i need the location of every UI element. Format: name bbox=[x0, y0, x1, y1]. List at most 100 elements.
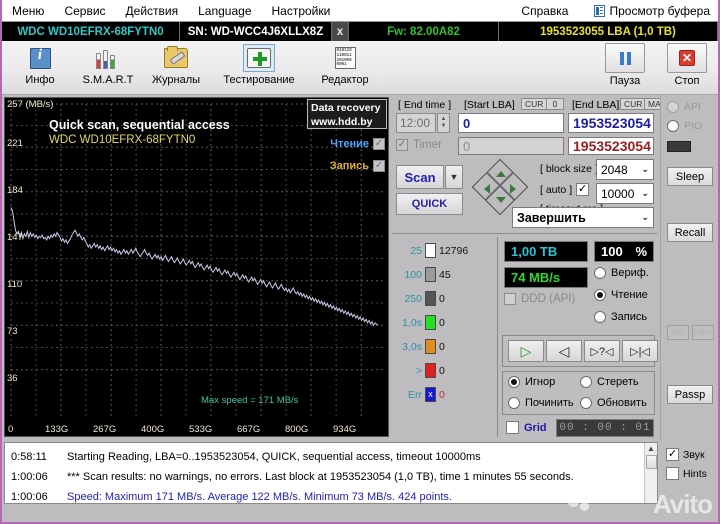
scan-dropdown-button[interactable]: ▼ bbox=[445, 165, 463, 189]
chevron-down-icon: ⌄ bbox=[641, 212, 649, 222]
end-time-spinner[interactable]: ▲ ▼ bbox=[437, 113, 450, 133]
start-lba-input[interactable]: 0 bbox=[458, 113, 564, 133]
block-size-select[interactable]: 2048 ⌄ bbox=[596, 159, 654, 180]
start-lba-zero-button[interactable]: 0 bbox=[546, 98, 564, 110]
menu-bar: Меню Сервис Действия Language Настройки … bbox=[2, 0, 718, 22]
toolbar-button-editor[interactable]: 010110 110011 101000 0001 Редактор bbox=[308, 43, 382, 93]
buffer-view-button[interactable]: Просмотр буфера bbox=[594, 4, 718, 18]
mode-verify-radio[interactable]: Вериф. bbox=[594, 267, 649, 279]
action-ignore-radio[interactable]: Игнор bbox=[508, 376, 555, 388]
toolbar-button-smart[interactable]: S.M.A.R.T bbox=[74, 43, 142, 93]
auto-checkbox[interactable]: ✓ bbox=[576, 183, 590, 196]
speed-graph[interactable]: 257 (MB/s) 221 184 147 110 73 36 0 133G … bbox=[4, 97, 389, 437]
stat-value-100: 45 bbox=[439, 268, 451, 281]
action-erase-radio[interactable]: Стереть bbox=[580, 376, 639, 388]
grid-checkbox[interactable] bbox=[506, 421, 519, 434]
scan-button[interactable]: Scan bbox=[396, 165, 444, 189]
stop-button[interactable]: ✕ Стоп bbox=[656, 43, 718, 93]
menu-item-service[interactable]: Сервис bbox=[54, 2, 115, 20]
ddd-api-toggle[interactable]: DDD (API) bbox=[504, 293, 575, 305]
toolbar-button-testing[interactable]: Тестирование bbox=[210, 43, 308, 93]
spinner-up-icon: ▲ bbox=[440, 116, 447, 122]
stat-value-1s: 0 bbox=[439, 316, 445, 329]
end-lba-cur-button[interactable]: CUR bbox=[620, 98, 647, 110]
recall-button[interactable]: Recall bbox=[667, 223, 713, 242]
read-label: Чтение bbox=[330, 138, 369, 150]
timer-checkbox[interactable]: ✓ bbox=[396, 139, 408, 151]
scrollbar-thumb[interactable] bbox=[646, 455, 657, 469]
passport-button[interactable]: Passp bbox=[667, 385, 713, 404]
info-icon-box bbox=[24, 44, 56, 72]
menu-item-help[interactable]: Справка bbox=[511, 2, 578, 20]
query-button[interactable]: ▷?◁ bbox=[584, 340, 620, 362]
sound-toggle[interactable]: ✓ Звук bbox=[666, 448, 718, 461]
block-size-value: 2048 bbox=[601, 162, 628, 177]
pause-button[interactable]: Пауза bbox=[594, 43, 656, 93]
panel-divider-vertical bbox=[497, 237, 498, 437]
quick-button[interactable]: QUICK bbox=[396, 193, 463, 215]
radio-dot bbox=[594, 267, 606, 279]
log-panel[interactable]: 0:58:11 Starting Reading, LBA=0..1953523… bbox=[4, 442, 658, 504]
log-row: 1:00:06 Speed: Maximum 171 MB/s. Average… bbox=[5, 487, 657, 503]
end-button[interactable]: ▷|◁ bbox=[622, 340, 658, 362]
end-lba-input[interactable]: 1953523054 bbox=[568, 113, 654, 133]
y-tick-5: 73 bbox=[7, 326, 18, 337]
mode-write-radio[interactable]: Запись bbox=[594, 311, 647, 323]
close-drive-button[interactable]: x bbox=[332, 22, 349, 41]
log-scrollbar[interactable]: ▲ bbox=[644, 443, 657, 503]
drive-model: WDC WD10EFRX-68FYTN0 bbox=[2, 22, 180, 41]
sleep-button[interactable]: Sleep bbox=[667, 167, 713, 186]
read-toggle-row[interactable]: Чтение ✓ bbox=[330, 138, 385, 150]
api-radio[interactable]: API bbox=[667, 101, 701, 113]
stat-key-25: 25 bbox=[410, 244, 422, 257]
toolbar-button-logs[interactable]: Журналы bbox=[142, 43, 210, 93]
sound-label: Звук bbox=[683, 448, 705, 461]
error-icon: x bbox=[425, 387, 436, 402]
wr-button[interactable]: WR bbox=[667, 325, 689, 340]
menu-item-menu[interactable]: Меню bbox=[2, 2, 54, 20]
hints-checkbox[interactable] bbox=[666, 467, 679, 480]
toolbar-button-info[interactable]: Инфо bbox=[6, 43, 74, 93]
logs-icon-box bbox=[160, 44, 192, 72]
ddd-api-checkbox[interactable] bbox=[504, 293, 516, 305]
stop-label: Стоп bbox=[674, 75, 700, 87]
y-tick-6: 36 bbox=[7, 373, 18, 384]
scroll-up-icon[interactable]: ▲ bbox=[645, 443, 657, 454]
stat-swatch-100 bbox=[425, 267, 436, 282]
write-checkbox[interactable]: ✓ bbox=[373, 160, 385, 172]
priv-button[interactable]: PRIV bbox=[692, 325, 714, 340]
api-label: API bbox=[684, 101, 701, 113]
action-refresh-radio[interactable]: Обновить bbox=[580, 397, 647, 409]
drive-info-bar: WDC WD10EFRX-68FYTN0 SN: WD-WCC4J6XLLX8Z… bbox=[2, 22, 718, 41]
pio-radio[interactable]: PIO bbox=[667, 120, 702, 132]
grid-toggle[interactable]: Grid bbox=[506, 421, 547, 434]
auto-toggle[interactable]: [ auto ] ✓ bbox=[540, 183, 590, 196]
action-repair-radio[interactable]: Починить bbox=[508, 397, 574, 409]
stat-swatch-250 bbox=[425, 291, 436, 306]
percent-readout: 100 % bbox=[594, 241, 654, 262]
toolbar: Инфо S.M.A.R.T Журналы Тестирование 0101… bbox=[2, 41, 718, 95]
chevron-down-icon: ⌄ bbox=[641, 188, 649, 198]
finish-action-select[interactable]: Завершить ⌄ bbox=[512, 207, 654, 228]
timeout-select[interactable]: 10000 ⌄ bbox=[596, 183, 654, 204]
toolbar-label-testing: Тестирование bbox=[223, 74, 295, 86]
timer-value-input[interactable]: 0 bbox=[458, 137, 564, 155]
end-time-input[interactable]: 12:00 bbox=[396, 113, 436, 133]
mode-read-radio[interactable]: Чтение bbox=[594, 289, 648, 301]
sound-checkbox[interactable]: ✓ bbox=[666, 448, 679, 461]
hints-toggle[interactable]: Hints bbox=[666, 467, 718, 480]
end-time-label: [ End time ] bbox=[398, 99, 452, 111]
log-time: 0:58:11 bbox=[11, 451, 47, 463]
start-lba-cur-button[interactable]: CUR bbox=[521, 98, 548, 110]
menu-item-actions[interactable]: Действия bbox=[116, 2, 189, 20]
menu-item-language[interactable]: Language bbox=[188, 2, 261, 20]
write-toggle-row[interactable]: Запись ✓ bbox=[330, 160, 385, 172]
reverse-button[interactable]: ◁ bbox=[546, 340, 582, 362]
right-rail: API PIO Sleep Recall WR PRIV Passp bbox=[660, 95, 718, 440]
radio-dot bbox=[508, 376, 520, 388]
menu-item-settings[interactable]: Настройки bbox=[262, 2, 341, 20]
log-time: 1:00:06 bbox=[11, 471, 48, 483]
timer-toggle[interactable]: ✓ Timer bbox=[396, 139, 442, 151]
play-button[interactable]: ▷ bbox=[508, 340, 544, 362]
read-checkbox[interactable]: ✓ bbox=[373, 138, 385, 150]
